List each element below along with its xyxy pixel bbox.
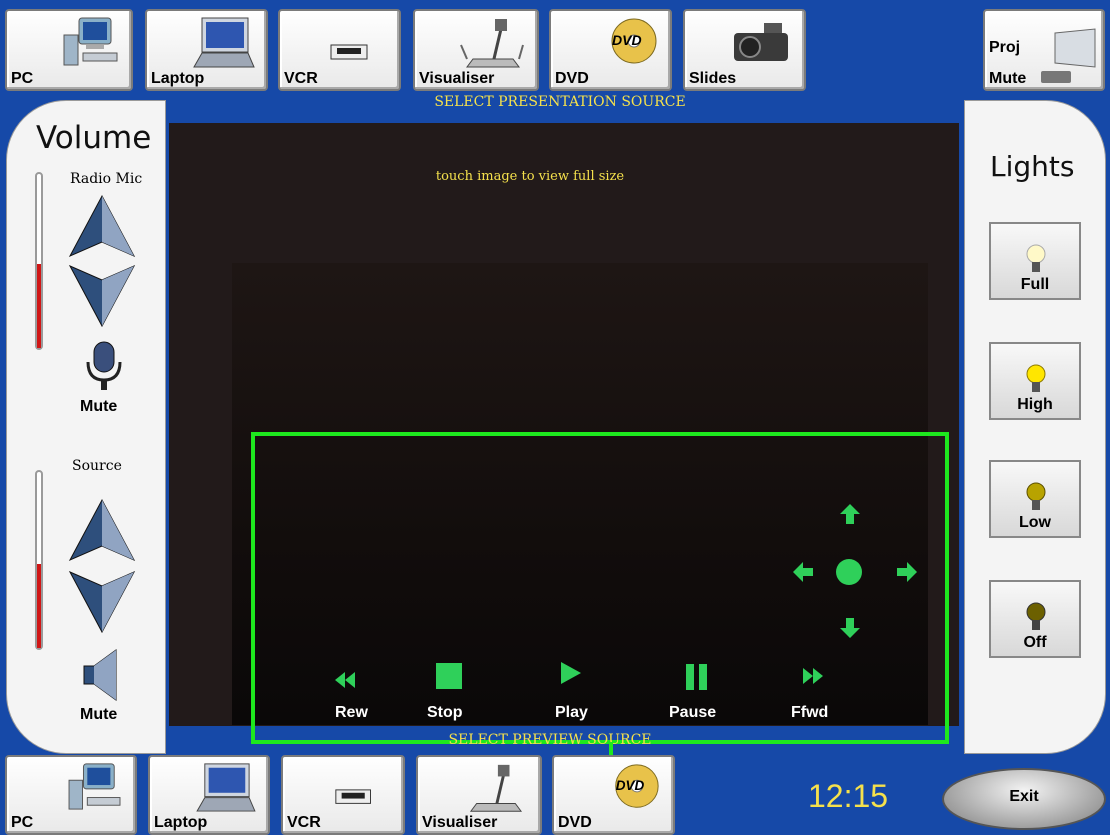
rewind-icon[interactable] — [333, 670, 359, 690]
preview-source-label: Visualiser — [422, 814, 498, 831]
pc-icon — [68, 763, 121, 810]
lights-full-label: Full — [1020, 276, 1050, 293]
svg-text:DVD: DVD — [612, 32, 642, 48]
nav-select-icon[interactable] — [835, 558, 863, 586]
radio-mic-level-meter — [35, 172, 43, 350]
preview-source-button-pc[interactable]: PC — [5, 755, 137, 835]
lights-low-label: Low — [1019, 514, 1051, 531]
laptop-icon — [193, 17, 255, 68]
pause-icon[interactable] — [685, 662, 709, 692]
lights-off-button[interactable]: Off — [989, 580, 1081, 658]
source-volume-up-icon[interactable] — [66, 496, 138, 566]
speaker-icon[interactable] — [80, 646, 124, 704]
lights-low-button[interactable]: Low — [989, 460, 1081, 538]
select-presentation-caption: SELECT PRESENTATION SOURCE — [434, 94, 686, 110]
source-volume-down-icon[interactable] — [66, 566, 138, 636]
bulb-full-icon — [1026, 244, 1046, 272]
preview-source-button-visualiser[interactable]: Visualiser — [416, 755, 542, 835]
preview-source-button-dvd[interactable]: DVD DVD — [552, 755, 675, 835]
preview-source-label: Laptop — [154, 814, 208, 831]
source-label: Laptop — [151, 70, 205, 87]
exit-button[interactable]: Exit — [942, 768, 1106, 830]
pc-icon — [63, 17, 118, 66]
nav-left-icon[interactable] — [791, 561, 815, 583]
rewind-label[interactable]: Rew — [335, 704, 368, 722]
visualiser-icon — [469, 764, 523, 812]
visualiser-icon — [460, 19, 524, 68]
select-preview-caption: SELECT PREVIEW SOURCE — [448, 732, 652, 748]
pause-label[interactable]: Pause — [669, 704, 716, 722]
source-button-dvd[interactable]: DVD DVD — [549, 9, 672, 91]
volume-title: Volume — [36, 120, 152, 156]
radio-mic-label: Radio Mic — [70, 171, 143, 187]
stop-icon[interactable] — [435, 662, 463, 690]
nav-down-icon[interactable] — [839, 616, 861, 640]
proj-mute-label-1: Proj — [989, 39, 1021, 56]
source-label: DVD — [555, 70, 589, 87]
projector-mute-button[interactable]: Proj Mute — [983, 9, 1105, 91]
nav-up-icon[interactable] — [839, 502, 861, 526]
source-volume-label: Source — [72, 458, 122, 474]
preview-source-button-vcr[interactable]: VCR — [281, 755, 405, 835]
play-icon[interactable] — [559, 660, 583, 686]
lights-off-label: Off — [1023, 634, 1047, 651]
projector-screen-icon — [1041, 28, 1096, 83]
lights-high-button[interactable]: High — [989, 342, 1081, 420]
preview-source-label: VCR — [287, 814, 321, 831]
source-button-visualiser[interactable]: Visualiser — [413, 9, 539, 91]
source-button-vcr[interactable]: VCR — [278, 9, 401, 91]
microphone-icon[interactable] — [84, 340, 124, 392]
preview-source-label: PC — [11, 814, 34, 831]
dvd-icon: DVD — [611, 18, 657, 64]
lights-full-button[interactable]: Full — [989, 222, 1081, 300]
vcr-icon — [335, 789, 372, 804]
svg-text:DVD: DVD — [616, 778, 645, 793]
nav-right-icon[interactable] — [895, 561, 919, 583]
radio-mic-volume-down-icon[interactable] — [66, 260, 138, 330]
source-mute-label[interactable]: Mute — [80, 706, 117, 724]
source-button-slides[interactable]: Slides — [683, 9, 806, 91]
radio-mic-volume-up-icon[interactable] — [66, 192, 138, 262]
bulb-low-icon — [1026, 482, 1046, 510]
fast-forward-icon[interactable] — [799, 666, 825, 686]
source-level-meter — [35, 470, 43, 650]
source-level-fill — [37, 563, 41, 648]
play-label[interactable]: Play — [555, 704, 588, 722]
source-label: VCR — [284, 70, 318, 87]
source-button-pc[interactable]: PC — [5, 9, 133, 91]
lights-title: Lights — [990, 150, 1075, 183]
stop-label[interactable]: Stop — [427, 704, 463, 722]
radio-mic-level-fill — [37, 264, 41, 348]
fast-forward-label[interactable]: Ffwd — [791, 704, 828, 722]
preview-source-button-laptop[interactable]: Laptop — [148, 755, 270, 835]
preview-source-label: DVD — [558, 814, 592, 831]
touch-image-caption: touch image to view full size — [435, 169, 625, 184]
vcr-icon — [330, 44, 368, 60]
clock: 12:15 — [808, 778, 889, 814]
bulb-high-icon — [1026, 364, 1046, 392]
source-label: Visualiser — [419, 70, 495, 87]
source-label: Slides — [689, 70, 737, 87]
source-label: PC — [11, 70, 34, 87]
source-button-laptop[interactable]: Laptop — [145, 9, 268, 91]
exit-label: Exit — [1009, 788, 1039, 805]
proj-mute-label-2: Mute — [989, 70, 1027, 87]
laptop-icon — [196, 763, 256, 812]
lights-high-label: High — [1017, 396, 1053, 413]
radio-mic-mute-label[interactable]: Mute — [80, 398, 117, 416]
dvd-icon: DVD — [615, 764, 659, 808]
transport-control-overlay: Rew Stop Play Pause Ffwd — [251, 432, 949, 744]
projector-icon — [734, 23, 788, 61]
bulb-off-icon — [1026, 602, 1046, 630]
